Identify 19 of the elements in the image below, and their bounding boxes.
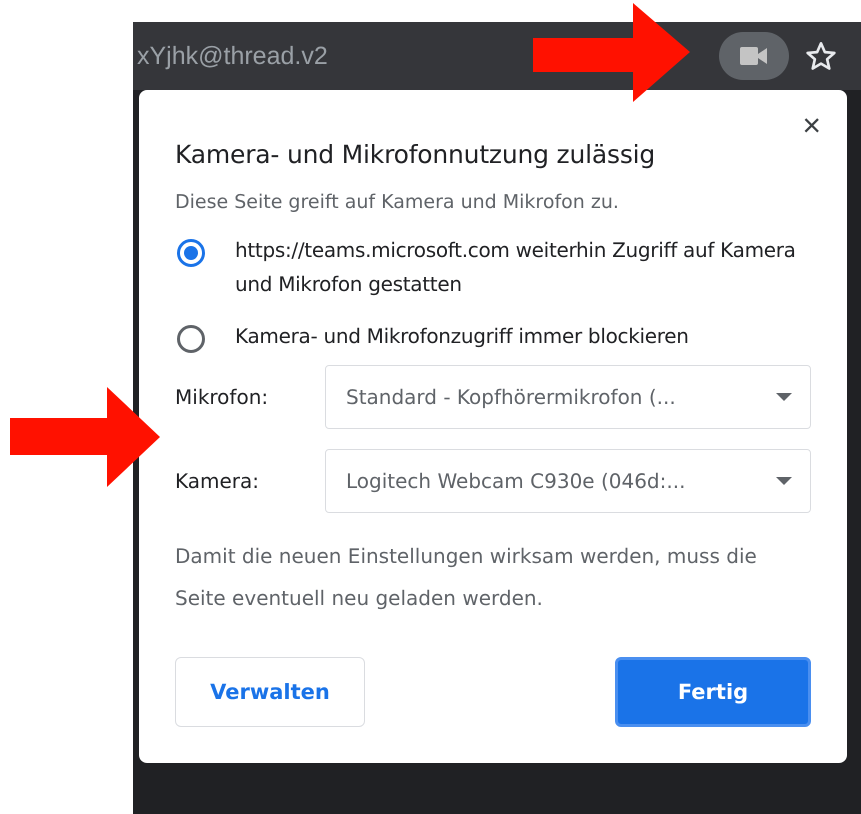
caret-icon xyxy=(776,393,792,401)
done-button[interactable]: Fertig xyxy=(615,657,811,727)
close-button[interactable]: × xyxy=(798,112,825,138)
star-icon[interactable] xyxy=(805,40,837,72)
camera-icon[interactable] xyxy=(719,32,789,80)
reload-note: Damit die neuen Einstellungen wirksam werden, muss die Seite eventuell neu geladen werden. xyxy=(175,543,758,612)
field-label: Mikrofon: xyxy=(175,385,270,409)
option-label: https://teams.microsoft.com weiterhin Zugriff auf Kamera und Mikrofon gestatten xyxy=(235,237,797,298)
dialog-subtitle: Diese Seite greift auf Kamera und Mikrofon zu. xyxy=(175,191,620,213)
dialog-title: Kamera- und Mikrofonnutzung zulässig xyxy=(175,140,656,169)
radio-button[interactable] xyxy=(177,325,205,353)
option-label: Kamera- und Mikrofonzugriff immer blockieren xyxy=(235,323,689,350)
field-label: Kamera: xyxy=(175,469,260,493)
manage-button[interactable]: Verwalten xyxy=(175,657,365,727)
device-dropdown[interactable]: Logitech Webcam C930e (046d:... xyxy=(325,449,811,513)
caret-icon xyxy=(776,477,792,485)
url-text: xYjhk@thread.v2 xyxy=(137,42,329,70)
radio-button[interactable] xyxy=(177,239,205,267)
device-dropdown[interactable]: Standard - Kopfhörermikrofon (... xyxy=(325,365,811,429)
